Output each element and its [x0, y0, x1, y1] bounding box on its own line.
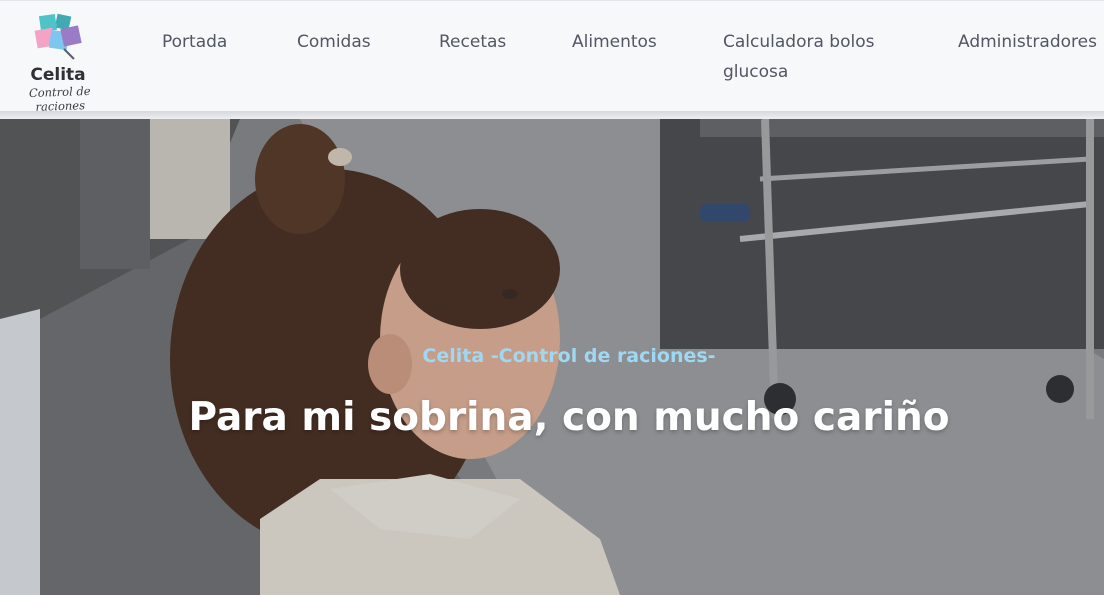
puzzle-logo-icon	[34, 13, 82, 60]
hero-title: Para mi sobrina, con mucho cariño	[188, 395, 950, 440]
nav-item-portada[interactable]: Portada	[162, 27, 227, 57]
brand-name: Celita	[30, 65, 86, 85]
site-logo[interactable]: Celita Control de raciones	[8, 11, 112, 114]
nav-item-comidas[interactable]: Comidas	[297, 27, 371, 57]
header-divider	[0, 111, 1104, 119]
nav-item-administradores[interactable]: Administradores	[958, 27, 1097, 57]
nav-item-alimentos[interactable]: Alimentos	[572, 27, 657, 57]
nav-item-calculadora[interactable]: Calculadora bolos glucosa	[723, 27, 893, 87]
nav-item-recetas[interactable]: Recetas	[439, 27, 506, 57]
hero-kicker: Celita -Control de raciones-	[422, 345, 716, 367]
hero-banner: Celita -Control de raciones- Para mi sob…	[0, 119, 1104, 595]
site-header: Celita Control de raciones Portada Comid…	[0, 0, 1104, 114]
